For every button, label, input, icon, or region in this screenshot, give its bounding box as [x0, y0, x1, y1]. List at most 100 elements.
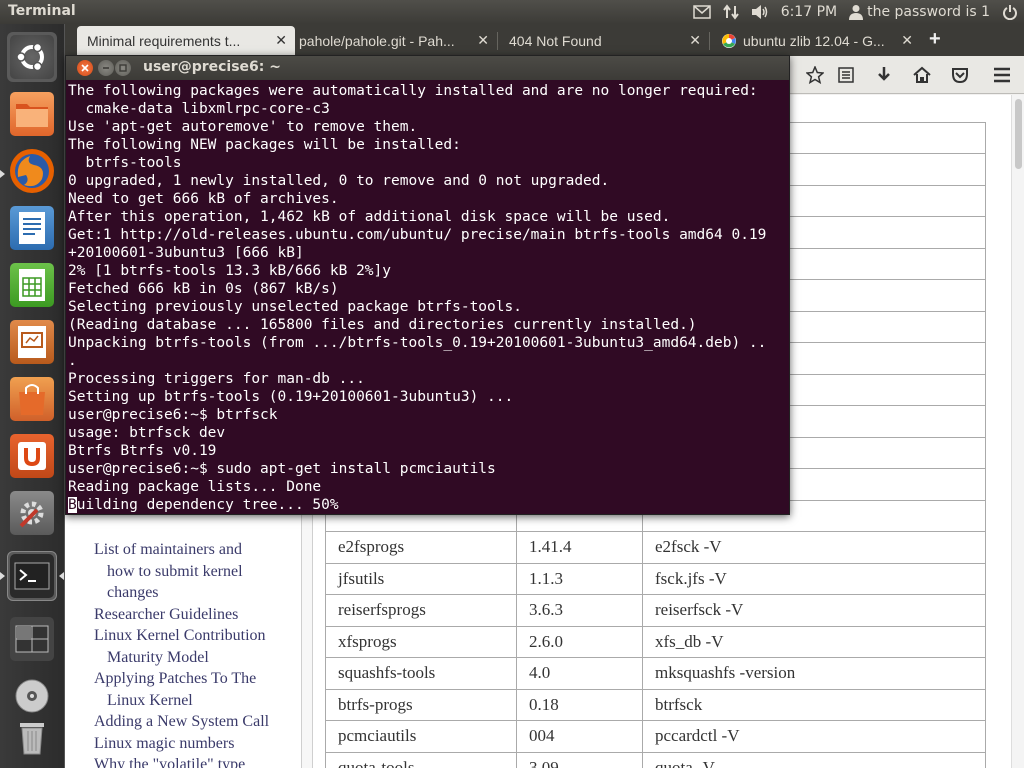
sidebar-nav-link[interactable]: Adding a New System Call [94, 713, 269, 731]
table-cell: 2.6.0 [516, 625, 643, 658]
dash-home-button[interactable] [7, 32, 57, 82]
terminal-output[interactable]: The following packages were automaticall… [68, 82, 789, 514]
table-cell: quota -V [642, 751, 986, 768]
user-name: the password is 1 [867, 4, 990, 20]
files-launcher-button[interactable] [7, 89, 57, 139]
home-icon[interactable] [912, 65, 932, 85]
tab-404[interactable]: 404 Not Found ✕ [499, 26, 709, 56]
sidebar-nav-link[interactable]: Linux magic numbers [94, 735, 234, 753]
presentation-icon [18, 326, 46, 358]
pocket-icon[interactable] [950, 65, 970, 85]
writer-launcher-button[interactable] [7, 203, 57, 253]
terminal-line: Reading package lists... Done [68, 479, 322, 495]
scrollbar-thumb[interactable] [1015, 99, 1022, 169]
table-row: quota-tools 3.09 quota -V [325, 751, 986, 768]
sidebar-nav-link[interactable]: changes [107, 584, 159, 602]
tab-pahole[interactable]: pahole/pahole.git - Pah... ✕ [289, 26, 497, 56]
running-indicator [0, 572, 5, 580]
terminal-line: Fetched 666 kB in 0s (867 kB/s) [68, 281, 339, 297]
tab-close-icon[interactable]: ✕ [477, 32, 489, 49]
tab-minimal-requirements[interactable]: Minimal requirements t... ✕ [77, 26, 295, 56]
terminal-title: user@precise6: ~ [143, 59, 281, 75]
sidebar-nav-link[interactable]: how to submit kernel [107, 563, 243, 581]
impress-launcher-button[interactable] [7, 317, 57, 367]
table-row: e2fsprogs 1.41.4 e2fsck -V [325, 531, 986, 564]
terminal-line: user@precise6:~$ btrfsck [68, 407, 278, 423]
new-tab-button[interactable]: + [929, 28, 941, 51]
table-cell: mksquashfs -version [642, 657, 986, 690]
user-menu[interactable]: the password is 1 [849, 4, 990, 20]
table-cell: squashfs-tools [325, 657, 517, 690]
indicator-area: 6:17 PM the password is 1 [692, 0, 1018, 24]
tab-label: 404 Not Found [509, 33, 602, 49]
table-cell: jfsutils [325, 562, 517, 595]
terminal-icon [14, 562, 50, 590]
terminal-titlebar[interactable]: user@precise6: ~ [66, 56, 789, 80]
tab-close-icon[interactable]: ✕ [275, 32, 287, 49]
network-icon[interactable] [722, 4, 739, 20]
terminal-line: The following NEW packages will be insta… [68, 137, 461, 153]
tab-close-icon[interactable]: ✕ [689, 32, 701, 49]
minimize-window-button[interactable] [98, 60, 114, 76]
page-scrollbar[interactable] [1011, 95, 1024, 768]
table-cell: reiserfsck -V [642, 594, 986, 627]
sidebar-nav-link[interactable]: Maturity Model [107, 649, 209, 667]
workspace-switcher-button[interactable] [7, 614, 57, 664]
table-cell: 004 [516, 720, 643, 753]
system-settings-launcher-button[interactable] [7, 488, 57, 538]
table-cell: 4.0 [516, 657, 643, 690]
bookmark-star-icon[interactable] [805, 65, 825, 85]
tab-ubuntu-zlib[interactable]: ubuntu zlib 12.04 - G... ✕ [711, 26, 921, 56]
tab-close-icon[interactable]: ✕ [901, 32, 913, 49]
terminal-line: Building dependency tree... 50% [68, 496, 789, 514]
user-icon [849, 5, 864, 20]
table-row: xfsprogs 2.6.0 xfs_db -V [325, 625, 986, 658]
active-app-title: Terminal [8, 3, 76, 19]
reading-list-icon[interactable] [836, 65, 856, 85]
firefox-launcher-button[interactable] [7, 146, 57, 196]
table-cell: e2fsck -V [642, 531, 986, 564]
calc-launcher-button[interactable] [7, 260, 57, 310]
firefox-icon [15, 154, 49, 188]
sidebar-nav-link[interactable]: Linux Kernel [107, 692, 193, 710]
volume-icon[interactable] [751, 4, 769, 20]
sidebar-nav-link[interactable]: Linux Kernel Contribution [94, 627, 266, 645]
table-cell: e2fsprogs [325, 531, 517, 564]
power-icon[interactable] [1002, 4, 1018, 20]
top-panel: Terminal 6:17 PM the password is 1 [0, 0, 1024, 24]
disc-icon [15, 679, 49, 713]
table-cell: 1.41.4 [516, 531, 643, 564]
terminal-line: The following packages were automaticall… [68, 83, 758, 99]
tab-separator [709, 32, 710, 50]
close-window-button[interactable] [77, 60, 93, 76]
trash-launcher-button[interactable] [7, 712, 57, 762]
hamburger-menu-icon[interactable] [992, 65, 1012, 85]
tab-label: ubuntu zlib 12.04 - G... [743, 33, 885, 49]
table-cell: 0.18 [516, 688, 643, 721]
terminal-line: After this operation, 1,462 kB of additi… [68, 209, 671, 225]
table-cell: 3.6.3 [516, 594, 643, 627]
table-row: reiserfsprogs 3.6.3 reiserfsck -V [325, 594, 986, 627]
ubuntu-one-launcher-button[interactable] [7, 431, 57, 481]
maximize-window-button[interactable] [115, 60, 131, 76]
terminal-line: 2% [1 btrfs-tools 13.3 kB/666 kB 2%]y [68, 263, 392, 279]
terminal-line: Btrfs Btrfs v0.19 [68, 443, 217, 459]
mail-icon[interactable] [692, 5, 711, 19]
google-favicon-icon [722, 34, 736, 48]
table-cell: pccardctl -V [642, 720, 986, 753]
table-row: pcmciautils 004 pccardctl -V [325, 720, 986, 753]
sidebar-nav-link[interactable]: Researcher Guidelines [94, 606, 238, 624]
sidebar-nav-link[interactable]: List of maintainers and [94, 541, 242, 559]
table-cell: 3.09 [516, 751, 643, 768]
sidebar-nav-link[interactable]: Why the "volatile" type [94, 756, 245, 768]
terminal-line: +20100601-3ubuntu3 [666 kB] [68, 245, 304, 261]
clock[interactable]: 6:17 PM [781, 4, 837, 20]
terminal-line: 0 upgraded, 1 newly installed, 0 to remo… [68, 173, 610, 189]
software-center-launcher-button[interactable] [7, 374, 57, 424]
terminal-line: Unpacking btrfs-tools (from .../btrfs-to… [68, 335, 767, 351]
sidebar-nav-link[interactable]: Applying Patches To The [94, 670, 256, 688]
table-cell: reiserfsprogs [325, 594, 517, 627]
maximize-icon [119, 64, 127, 72]
terminal-launcher-button[interactable] [7, 551, 57, 601]
download-icon[interactable] [874, 65, 894, 85]
